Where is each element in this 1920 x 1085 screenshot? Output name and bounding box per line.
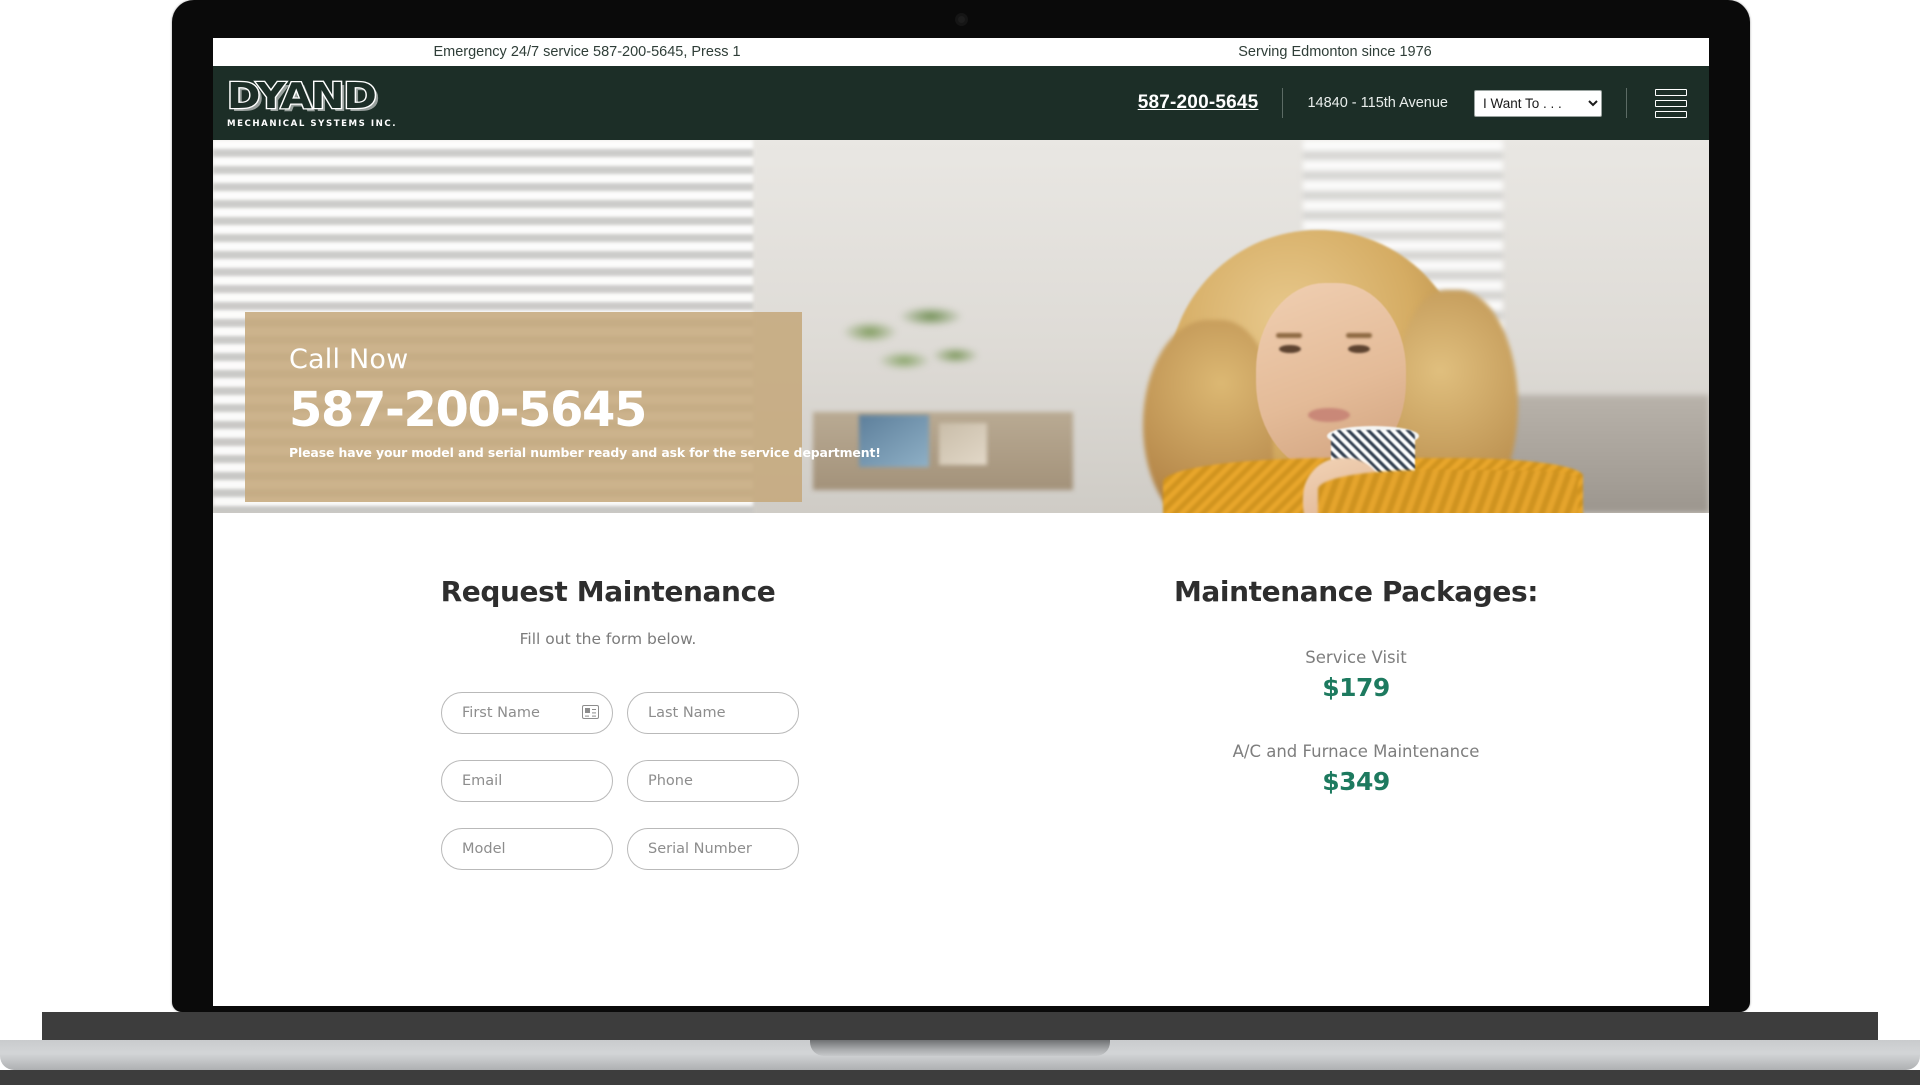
header-phone-link[interactable]: 587-200-5645	[1138, 92, 1259, 114]
header-utility-group: 587-200-5645 14840 - 115th Avenue I Want…	[1138, 88, 1687, 118]
hero-banner: Call Now 587-200-5645 Please have your m…	[213, 140, 1709, 513]
hero-instruction-note: Please have your model and serial number…	[289, 445, 881, 460]
serving-since-text: Serving Edmonton since 1976	[1238, 44, 1432, 60]
maintenance-packages-section: Maintenance Packages: Service Visit $179…	[1003, 575, 1709, 1003]
emergency-service-text: Emergency 24/7 service 587-200-5645, Pre…	[433, 44, 741, 60]
form-row-contact	[441, 760, 1003, 802]
brand-logo[interactable]: DYAND MECHANICAL SYSTEMS INC.	[226, 76, 398, 129]
model-field-wrap	[441, 828, 613, 870]
email-field-wrap	[441, 760, 613, 802]
maintenance-packages-title: Maintenance Packages:	[1173, 575, 1539, 608]
main-content: Request Maintenance Fill out the form be…	[213, 513, 1709, 1003]
last-name-input[interactable]	[627, 692, 799, 734]
email-input[interactable]	[441, 760, 613, 802]
hamburger-menu-icon[interactable]	[1655, 88, 1687, 118]
request-maintenance-section: Request Maintenance Fill out the form be…	[213, 575, 1003, 1003]
model-input[interactable]	[441, 828, 613, 870]
serial-number-input[interactable]	[627, 828, 799, 870]
announcement-bar: Emergency 24/7 service 587-200-5645, Pre…	[213, 38, 1709, 66]
website-page: Emergency 24/7 service 587-200-5645, Pre…	[213, 38, 1709, 1003]
package-name: A/C and Furnace Maintenance	[1232, 742, 1480, 761]
form-row-name	[441, 692, 1003, 734]
i-want-to-dropdown[interactable]: I Want To . . .	[1474, 89, 1602, 117]
phone-field-wrap	[627, 760, 799, 802]
package-name: Service Visit	[1305, 648, 1407, 667]
hero-phone-number[interactable]: 587-200-5645	[289, 385, 802, 435]
logo-tagline: MECHANICAL SYSTEMS INC.	[227, 118, 398, 129]
hamburger-bar-1	[1655, 88, 1687, 96]
laptop-screen: Emergency 24/7 service 587-200-5645, Pre…	[213, 38, 1709, 1006]
header-divider-2	[1626, 88, 1627, 118]
hamburger-bar-2	[1655, 99, 1687, 107]
package-item: A/C and Furnace Maintenance $349	[1003, 742, 1709, 796]
hamburger-bar-3	[1655, 110, 1687, 118]
form-row-equipment	[441, 828, 1003, 870]
laptop-mockup: Emergency 24/7 service 587-200-5645, Pre…	[0, 0, 1920, 1085]
maintenance-form	[213, 692, 1003, 870]
last-name-field-wrap	[627, 692, 799, 734]
header-divider-1	[1282, 88, 1284, 118]
phone-input[interactable]	[627, 760, 799, 802]
header-address-text: 14840 - 115th Avenue	[1307, 95, 1448, 111]
call-now-callout: Call Now 587-200-5645 Please have your m…	[245, 312, 881, 502]
form-subtitle: Fill out the form below.	[519, 630, 697, 648]
package-item: Service Visit $179	[1003, 648, 1709, 702]
request-maintenance-title: Request Maintenance	[440, 575, 776, 608]
logo-wordmark: DYAND	[226, 75, 379, 117]
site-header: DYAND MECHANICAL SYSTEMS INC. 587-200-56…	[213, 66, 1709, 140]
first-name-field-wrap	[441, 692, 613, 734]
package-price: $349	[1322, 767, 1390, 796]
call-now-label: Call Now	[289, 344, 409, 375]
laptop-foot	[0, 1070, 1920, 1085]
laptop-trackpad-notch	[810, 1040, 1110, 1056]
package-price: $179	[1322, 673, 1390, 702]
serial-number-field-wrap	[627, 828, 799, 870]
contact-card-icon[interactable]	[582, 705, 599, 719]
webcam-icon	[955, 13, 968, 26]
